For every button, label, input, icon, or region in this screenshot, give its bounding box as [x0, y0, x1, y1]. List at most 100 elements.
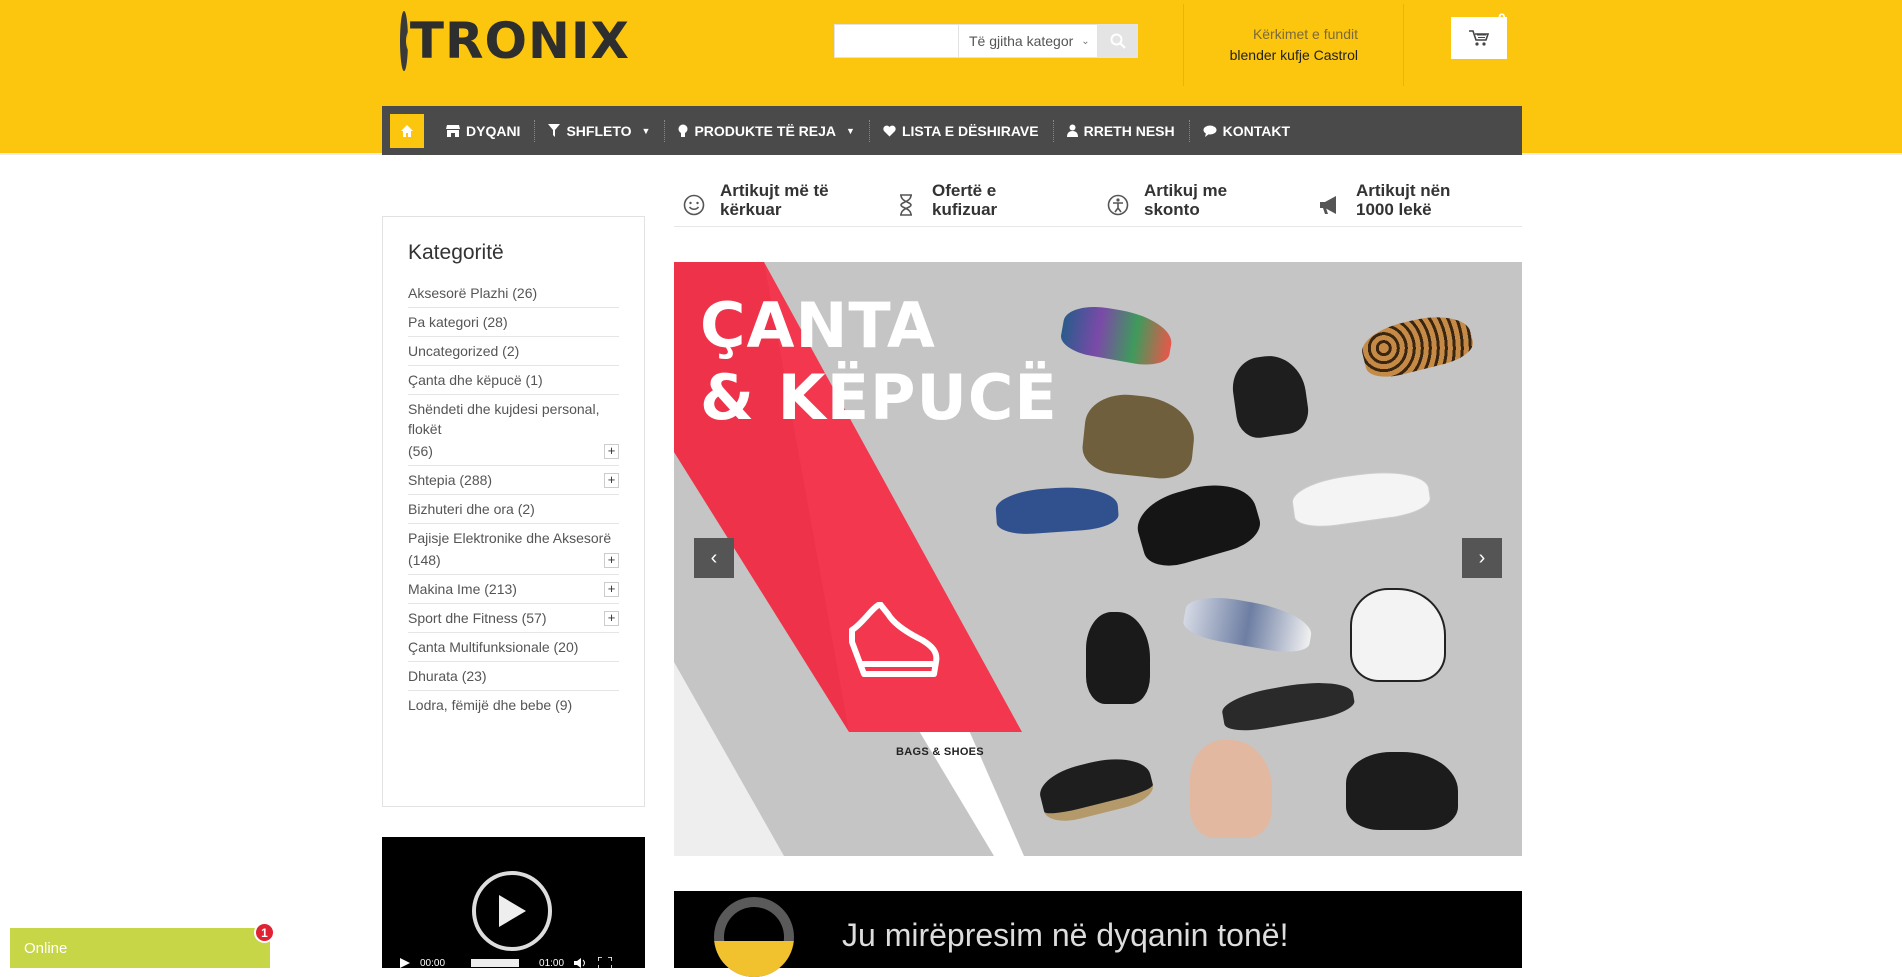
cart-count-badge: 0 — [1498, 10, 1506, 26]
chat-notification-badge: 1 — [254, 922, 275, 943]
sidebar-title: Kategoritë — [408, 241, 504, 264]
store-icon — [446, 125, 460, 137]
feature-most-searched[interactable]: Artikujt më të kërkuar — [674, 181, 886, 226]
welcome-banner: Ju mirëpresim në dyqanin tonë! — [674, 891, 1522, 977]
volume-icon[interactable] — [574, 957, 588, 969]
category-label: Pa kategori (28) — [408, 314, 508, 330]
site-logo[interactable]: TRONIX — [400, 8, 630, 74]
category-item[interactable]: Çanta Multifunksionale (20) — [408, 633, 619, 662]
video-progress-bar[interactable] — [471, 959, 520, 967]
smile-icon — [682, 193, 706, 217]
category-sidebar: Kategoritë Aksesorë Plazhi (26) Pa kateg… — [382, 216, 645, 807]
search-category-label: Të gjitha kategor — [969, 33, 1074, 49]
search-input[interactable] — [834, 24, 958, 58]
megaphone-icon — [1318, 193, 1342, 217]
logo-text: TRONIX — [409, 12, 630, 70]
play-small-icon[interactable] — [400, 958, 410, 968]
category-label: Shtepia (288) — [408, 472, 493, 488]
nav-item-shfleto[interactable]: SHFLETO ▼ — [534, 106, 664, 155]
category-item[interactable]: Bizhuteri dhe ora (2) — [408, 495, 619, 524]
category-label: Aksesorë Plazhi (26) — [408, 285, 538, 301]
slider-prev-button[interactable]: ‹ — [694, 538, 734, 578]
feature-label: Artikujt më të kërkuar — [720, 181, 829, 219]
search-category-select[interactable]: Të gjitha kategor ⌄ — [958, 24, 1098, 58]
slider-title-line: ÇANTA — [700, 289, 936, 362]
chevron-down-icon: ⌄ — [1081, 35, 1090, 47]
heart-icon — [883, 125, 896, 136]
video-player[interactable]: 00:00 01:00 — [382, 837, 645, 969]
shoe-icon — [849, 602, 940, 677]
chat-widget[interactable]: Online — [10, 928, 270, 968]
search-icon — [1110, 33, 1126, 49]
category-item[interactable]: Çanta dhe këpucë (1) — [408, 366, 619, 395]
category-item[interactable]: Shtepia (288) + — [408, 466, 619, 495]
category-item[interactable]: Sport dhe Fitness (57) + — [408, 604, 619, 633]
nav-item-label: PRODUKTE TË REJA — [694, 122, 837, 139]
category-item[interactable]: Makina Ime (213) + — [408, 575, 619, 604]
feature-label: Artikuj me skonto — [1144, 181, 1228, 219]
play-icon — [499, 895, 526, 927]
category-label: Uncategorized (2) — [408, 343, 520, 359]
expand-plus-icon[interactable]: + — [604, 444, 619, 459]
expand-plus-icon[interactable]: + — [604, 553, 619, 568]
fullscreen-icon[interactable] — [598, 957, 613, 969]
expand-plus-icon[interactable]: + — [604, 473, 619, 488]
category-item[interactable]: Dhurata (23) — [408, 662, 619, 691]
category-label: Çanta dhe këpucë (1) — [408, 372, 543, 388]
expand-plus-icon[interactable]: + — [604, 582, 619, 597]
recent-searches: Kërkimet e fundit blender kufje Castrol — [1180, 24, 1358, 66]
nav-item-label: RRETH NESH — [1083, 122, 1175, 139]
nav-item-label: DYQANI — [466, 122, 521, 139]
category-item[interactable]: Uncategorized (2) — [408, 337, 619, 366]
category-item[interactable]: Lodra, fëmijë dhe bebe (9) — [408, 691, 619, 719]
category-label: Çanta Multifunksionale (20) — [408, 639, 579, 655]
hourglass-icon — [894, 193, 918, 217]
product-shoe-image — [1086, 612, 1150, 704]
filter-icon — [548, 124, 561, 137]
category-label: Lodra, fëmijë dhe bebe (9) — [408, 697, 573, 713]
category-label: Sport dhe Fitness (57) — [408, 610, 547, 626]
nav-item-kontakt[interactable]: KONTAKT — [1188, 106, 1304, 155]
search-button[interactable] — [1098, 24, 1138, 58]
feature-discount[interactable]: Artikuj me skonto — [1098, 181, 1310, 226]
feature-limited-offer[interactable]: Ofertë e kufizuar — [886, 181, 1098, 226]
video-total-time: 01:00 — [539, 957, 565, 969]
header-bar: TRONIX Të gjitha kategor ⌄ Kërkimet e fu… — [0, 0, 1902, 155]
recent-searches-label: Kërkimet e fundit — [1252, 26, 1358, 42]
nav-item-label: SHFLETO — [566, 122, 632, 139]
bulb-icon — [678, 124, 688, 137]
feature-label: Artikujt nën 1000 lekë — [1356, 181, 1451, 219]
welcome-text: Ju mirëpresim në dyqanin tonë! — [842, 917, 1289, 953]
chat-status: Online — [24, 940, 68, 957]
chat-icon — [1203, 125, 1217, 137]
hero-slider: ÇANTA & KËPUCË BAGS & SHOES ‹ › — [674, 262, 1522, 856]
category-count: (148) — [408, 552, 441, 568]
nav-item-dyqani[interactable]: DYQANI — [432, 106, 534, 155]
nav-item-label: KONTAKT — [1222, 122, 1291, 139]
category-item[interactable]: Pa kategori (28) — [408, 308, 619, 337]
slider-subtitle: BAGS & SHOES — [896, 746, 984, 758]
category-item[interactable]: Shëndeti dhe kujdesi personal, flokët (5… — [408, 395, 619, 466]
slider-title: ÇANTA & KËPUCË — [700, 290, 1058, 434]
expand-plus-icon[interactable]: + — [604, 611, 619, 626]
slider-next-button[interactable]: › — [1462, 538, 1502, 578]
nav-item-rreth-nesh[interactable]: RRETH NESH — [1052, 106, 1189, 155]
nav-item-produkte-te-reja[interactable]: PRODUKTE TË REJA ▼ — [664, 106, 869, 155]
category-label: Dhurata (23) — [408, 668, 487, 684]
video-controls: 00:00 01:00 — [382, 953, 645, 973]
search-form: Të gjitha kategor ⌄ — [834, 24, 1138, 58]
slider-title-line: & KËPUCË — [700, 361, 1058, 434]
nav-item-lista-e-deshirave[interactable]: LISTA E DËSHIRAVE — [868, 106, 1053, 155]
feature-under-1000[interactable]: Artikujt nën 1000 lekë — [1310, 181, 1522, 226]
caret-down-icon: ▼ — [846, 125, 855, 136]
category-item[interactable]: Aksesorë Plazhi (26) — [408, 279, 619, 308]
category-item[interactable]: Pajisje Elektronike dhe Aksesorë (148) + — [408, 524, 619, 575]
play-button[interactable] — [472, 871, 552, 951]
nav-home-button[interactable] — [390, 113, 424, 148]
logo-mark-icon — [400, 11, 408, 71]
category-label: Shëndeti dhe kujdesi personal, flokët — [408, 401, 600, 437]
accessibility-icon — [1106, 193, 1130, 217]
caret-down-icon: ▼ — [641, 125, 651, 136]
home-icon — [401, 124, 413, 137]
recent-searches-links[interactable]: blender kufje Castrol — [1180, 45, 1358, 66]
